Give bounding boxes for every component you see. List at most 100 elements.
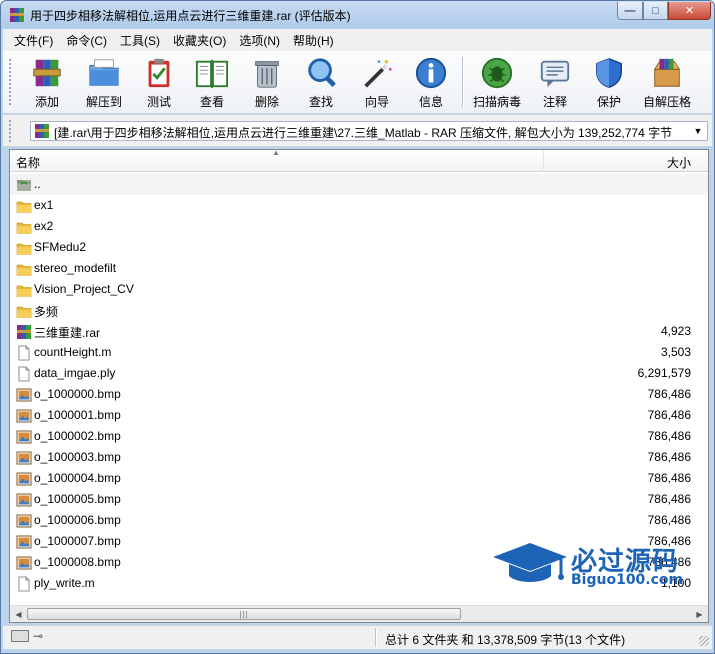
add-button[interactable]: 添加 xyxy=(23,56,71,110)
file-name: o_1000008.bmp xyxy=(34,555,121,569)
delete-button-label: 删除 xyxy=(254,95,279,109)
toolbar-grip[interactable] xyxy=(9,59,12,105)
image-file-icon xyxy=(16,430,32,444)
file-row[interactable]: o_1000000.bmp 786,486 xyxy=(10,384,708,405)
scroll-left-icon[interactable]: ◀ xyxy=(10,606,27,622)
folder-icon xyxy=(16,285,32,297)
sfx-button[interactable]: 自解压格 xyxy=(639,56,695,110)
file-row[interactable]: data_imgae.ply 6,291,579 xyxy=(10,363,708,384)
file-name: 三维重建.rar xyxy=(34,326,101,340)
image-file-icon xyxy=(16,556,32,570)
file-row[interactable]: stereo_modefilt xyxy=(10,258,708,279)
title-bar[interactable]: 用于四步相移法解相位,运用点云进行三维重建.rar (评估版本) — □ ✕ xyxy=(1,1,714,29)
file-row[interactable]: ex2 xyxy=(10,216,708,237)
scroll-thumb[interactable]: ||| xyxy=(27,608,461,620)
file-row[interactable]: o_1000001.bmp 786,486 xyxy=(10,405,708,426)
file-row[interactable]: o_1000002.bmp 786,486 xyxy=(10,426,708,447)
address-bar-grip[interactable] xyxy=(9,120,12,142)
file-name: o_1000002.bmp xyxy=(34,429,121,443)
file-name: .. xyxy=(34,177,41,191)
extract-to-button[interactable]: 解压到 xyxy=(79,56,129,110)
file-row[interactable]: ex1 xyxy=(10,195,708,216)
menu-bar: 文件(F) 命令(C) 工具(S) 收藏夹(O) 选项(N) 帮助(H) xyxy=(3,29,712,51)
image-file-icon xyxy=(16,388,32,402)
key-icon[interactable]: ⊸ xyxy=(33,629,43,643)
delete-button[interactable]: 删除 xyxy=(245,56,289,110)
file-row[interactable]: 三维重建.rar 4,923 xyxy=(10,321,708,342)
folder-icon xyxy=(16,264,32,276)
scroll-right-icon[interactable]: ▶ xyxy=(691,606,708,622)
folder-icon xyxy=(16,222,32,234)
file-row[interactable]: o_1000003.bmp 786,486 xyxy=(10,447,708,468)
virus-scan-button[interactable]: 扫描病毒 xyxy=(469,56,525,110)
drive-icon[interactable] xyxy=(11,630,29,642)
menu-options[interactable]: 选项(N) xyxy=(233,32,287,49)
resize-grip-icon[interactable] xyxy=(699,636,709,646)
close-button[interactable]: ✕ xyxy=(668,2,711,20)
image-file-icon xyxy=(16,472,32,486)
document-icon xyxy=(18,576,30,592)
file-row[interactable]: o_1000004.bmp 786,486 xyxy=(10,468,708,489)
graduation-cap-icon xyxy=(493,543,567,582)
file-name: o_1000000.bmp xyxy=(34,387,121,401)
image-file-icon xyxy=(16,451,32,465)
menu-favorites[interactable]: 收藏夹(O) xyxy=(167,32,233,49)
file-name: data_imgae.ply xyxy=(34,366,116,380)
file-name: o_1000007.bmp xyxy=(34,534,121,548)
folder-icon xyxy=(16,201,32,213)
wizard-wand-icon xyxy=(364,59,392,88)
file-row[interactable]: countHeight.m 3,503 xyxy=(10,342,708,363)
winrar-app-icon[interactable] xyxy=(9,7,25,23)
menu-tools[interactable]: 工具(S) xyxy=(114,32,167,49)
file-row[interactable]: o_1000006.bmp 786,486 xyxy=(10,510,708,531)
view-button-label: 查看 xyxy=(199,95,224,109)
menu-help[interactable]: 帮助(H) xyxy=(287,32,341,49)
test-button-label: 测试 xyxy=(146,95,171,109)
column-header-name[interactable]: 名称 ▲ xyxy=(10,150,544,172)
file-row[interactable]: SFMedu2 xyxy=(10,237,708,258)
column-header-size[interactable]: 大小 xyxy=(544,150,699,172)
status-divider xyxy=(375,628,377,647)
file-row[interactable]: Vision_Project_CV xyxy=(10,279,708,300)
file-size: 786,486 xyxy=(647,429,691,443)
file-name: countHeight.m xyxy=(34,345,112,359)
info-button[interactable]: 信息 xyxy=(409,56,453,110)
file-name: o_1000005.bmp xyxy=(34,492,121,506)
address-bar: [建.rar\用于四步相移法解相位,运用点云进行三维重建\27.三维_Matla… xyxy=(3,115,712,147)
image-file-icon xyxy=(16,493,32,507)
path-field[interactable]: [建.rar\用于四步相移法解相位,运用点云进行三维重建\27.三维_Matla… xyxy=(30,121,708,141)
find-button[interactable]: 查找 xyxy=(299,56,343,110)
file-row[interactable]: o_1000005.bmp 786,486 xyxy=(10,489,708,510)
view-button[interactable]: 查看 xyxy=(189,56,235,110)
file-rows: .. ex1 ex2 SFMedu2 stereo_modefilt Vision_Pro… xyxy=(10,174,708,594)
image-file-icon xyxy=(16,514,32,528)
file-size: 4,923 xyxy=(660,324,691,338)
file-size: 786,486 xyxy=(647,513,691,527)
path-dropdown-icon[interactable]: ▼ xyxy=(691,122,705,140)
horizontal-scrollbar[interactable]: ◀ ||| ▶ xyxy=(10,605,708,622)
test-button[interactable]: 测试 xyxy=(137,56,181,110)
rar-file-icon xyxy=(17,325,31,339)
view-book-icon xyxy=(195,59,229,89)
comment-button[interactable]: 注释 xyxy=(533,56,577,110)
find-button-label: 查找 xyxy=(308,95,333,109)
file-name: o_1000006.bmp xyxy=(34,513,121,527)
file-name: o_1000003.bmp xyxy=(34,450,121,464)
comment-icon xyxy=(540,60,570,88)
path-text: [建.rar\用于四步相移法解相位,运用点云进行三维重建\27.三维_Matla… xyxy=(54,126,673,140)
menu-commands[interactable]: 命令(C) xyxy=(60,32,114,49)
status-summary: 总计 6 文件夹 和 13,378,509 字节(13 个文件) xyxy=(385,633,626,647)
menu-file[interactable]: 文件(F) xyxy=(8,32,60,49)
magnifier-icon xyxy=(308,58,336,87)
toolbar: 添加 解压到 测试 查看 删除 查找 向导 信息 扫描病毒 注释 保护 自解压格 xyxy=(3,51,712,114)
window-title: 用于四步相移法解相位,运用点云进行三维重建.rar (评估版本) xyxy=(30,9,351,23)
image-file-icon xyxy=(16,409,32,423)
file-row[interactable]: 多频 xyxy=(10,300,708,321)
add-button-label: 添加 xyxy=(34,95,59,109)
status-bar: ⊸ 总计 6 文件夹 和 13,378,509 字节(13 个文件) xyxy=(3,625,712,649)
wizard-button[interactable]: 向导 xyxy=(355,56,399,110)
parent-directory-row[interactable]: .. xyxy=(10,174,708,195)
protect-button[interactable]: 保护 xyxy=(587,56,631,110)
minimize-button[interactable]: — xyxy=(617,2,643,20)
maximize-button[interactable]: □ xyxy=(643,2,668,20)
